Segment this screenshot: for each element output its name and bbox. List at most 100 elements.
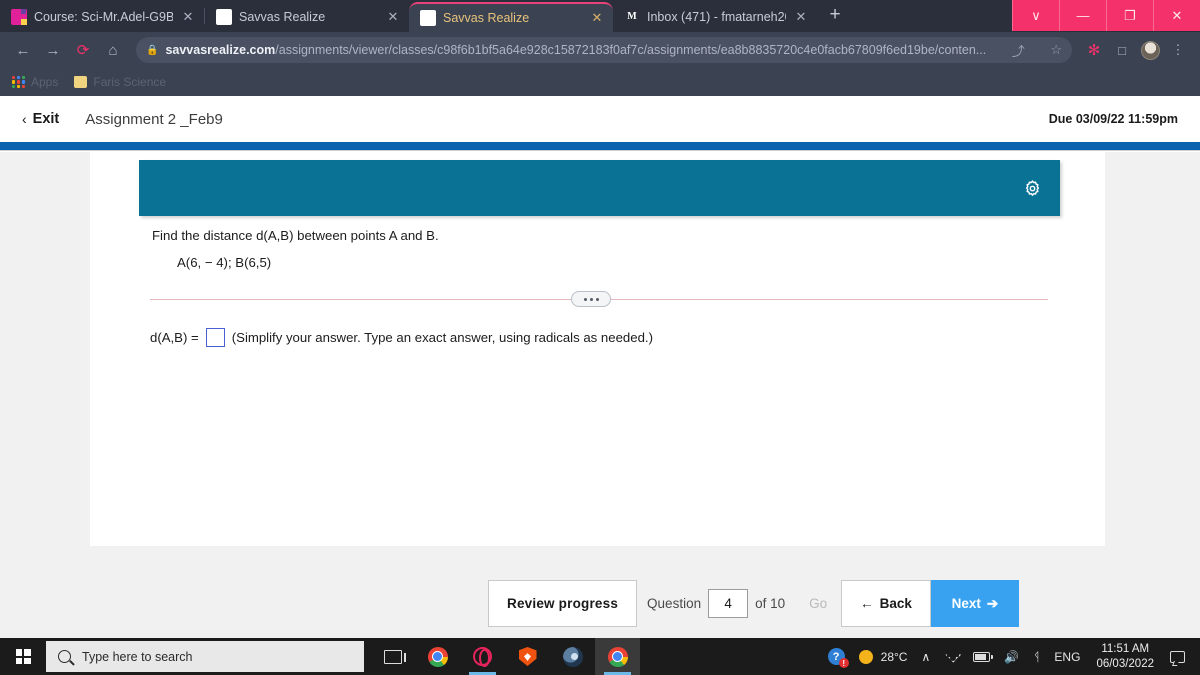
back-label: Back [879, 596, 912, 611]
question-header-bar [139, 160, 1060, 216]
wifi-icon[interactable] [937, 638, 966, 675]
brave-icon[interactable] [505, 638, 550, 675]
url-path: /assignments/viewer/classes/c98f6b1bf5a6… [275, 43, 987, 57]
tab-title: Inbox (471) - fmatarneh2018@gm [647, 10, 786, 24]
back-arrow-icon: ← [860, 596, 874, 611]
forward-icon[interactable]: → [40, 37, 66, 63]
tab-close-icon[interactable]: ✕ [180, 9, 196, 25]
url-text: savvasrealize.com/assignments/viewer/cla… [165, 43, 986, 57]
review-progress-button[interactable]: Review progress [488, 580, 638, 627]
question-prompt: Find the distance d(A,B) between points … [152, 228, 439, 243]
back-icon[interactable]: ← [10, 37, 36, 63]
assignment-header: ‹ Exit Assignment 2 _Feb9 Due 03/09/22 1… [0, 96, 1200, 142]
windows-taskbar: Type here to search ? 28°C ∧ 🔊 ᛩ ENG 11:… [0, 638, 1200, 675]
sun-icon [858, 649, 873, 664]
new-tab-button[interactable]: + [821, 2, 849, 30]
share-icon[interactable]: ⤴ [1006, 41, 1025, 60]
chevron-left-icon: ‹ [22, 111, 27, 127]
taskbar-apps [370, 638, 640, 675]
question-navigation-bar: Review progress Question 4 of 10 Go ← Ba… [90, 546, 1200, 642]
extensions-puzzle-icon[interactable]: ✻ [1082, 38, 1106, 62]
opera-icon[interactable] [460, 638, 505, 675]
tab-strip: Course: Sci-Mr.Adel-G9BD ✕ S Savvas Real… [0, 0, 1200, 32]
go-button[interactable]: Go [795, 580, 842, 627]
savvas-realize-page: ‹ Exit Assignment 2 _Feb9 Due 03/09/22 1… [0, 96, 1200, 642]
chrome-menu-icon[interactable]: ⋮ [1166, 38, 1190, 62]
sidepanel-icon[interactable]: □ [1110, 38, 1134, 62]
next-button[interactable]: Next ➔ [930, 580, 1019, 627]
more-options-dots-icon[interactable] [571, 291, 611, 307]
lock-icon: 🔒 [146, 44, 159, 56]
tab-close-icon[interactable]: ✕ [793, 9, 809, 25]
search-placeholder: Type here to search [82, 649, 193, 664]
browser-window: Course: Sci-Mr.Adel-G9BD ✕ S Savvas Real… [0, 0, 1200, 642]
chrome-icon[interactable] [415, 638, 460, 675]
bookmark-label: Faris Science [93, 75, 167, 89]
language-indicator[interactable]: ENG [1047, 638, 1087, 675]
minimize-icon[interactable]: — [1059, 0, 1106, 31]
bluetooth-icon[interactable]: ᛩ [1026, 638, 1047, 675]
exit-button[interactable]: ‹ Exit [22, 111, 59, 127]
chrome-active-icon[interactable] [595, 638, 640, 675]
page-title: Assignment 2 _Feb9 [85, 110, 223, 128]
back-button[interactable]: ← Back [841, 580, 931, 627]
clock-time: 11:51 AM [1101, 643, 1150, 656]
help-badge-icon[interactable]: ? [821, 638, 852, 675]
question-label: Question [647, 596, 702, 611]
tab-close-icon[interactable]: ✕ [385, 9, 401, 25]
tab-close-icon[interactable]: ✕ [589, 10, 605, 26]
bookmark-faris-science[interactable]: Faris Science [74, 75, 166, 89]
weather-widget[interactable]: 28°C [852, 638, 915, 675]
bookmark-star-icon[interactable]: ☆ [1044, 42, 1062, 58]
gmail-favicon: M [627, 11, 637, 22]
answer-hint: (Simplify your answer. Type an exact ans… [231, 330, 653, 345]
reload-icon[interactable]: ⟳ [70, 37, 96, 63]
nav-button-group: Review progress Question 4 of 10 Go ← Ba… [488, 580, 1019, 627]
clock-date: 06/03/2022 [1096, 657, 1154, 670]
answer-input[interactable] [205, 328, 225, 347]
close-icon[interactable]: ✕ [1153, 0, 1200, 31]
window-controls: ∨ — ❐ ✕ [1012, 0, 1200, 31]
apps-grid-icon [12, 75, 25, 89]
gear-icon[interactable] [1023, 179, 1042, 198]
savvas-favicon: S [420, 10, 436, 26]
tab-title: Course: Sci-Mr.Adel-G9BD [34, 10, 173, 24]
bookmark-label: Apps [31, 75, 59, 89]
bookmarks-bar: Apps Faris Science [0, 68, 1200, 96]
steam-icon[interactable] [550, 638, 595, 675]
answer-prefix: d(A,B) = [150, 330, 199, 345]
left-rail [0, 152, 90, 546]
search-input[interactable]: Type here to search [46, 641, 364, 672]
tray-expand-chevron-icon[interactable]: ∧ [914, 638, 937, 675]
exit-label: Exit [32, 111, 60, 127]
bookmark-apps[interactable]: Apps [12, 75, 58, 89]
question-points: A(6, − 4); B(6,5) [177, 255, 272, 270]
question-card: Find the distance d(A,B) between points … [90, 152, 1105, 580]
browser-tab-3[interactable]: M Inbox (471) - fmatarneh2018@gm ✕ [613, 2, 817, 32]
browser-tab-1[interactable]: S Savvas Realize ✕ [205, 2, 409, 32]
folder-icon [74, 76, 88, 88]
volume-icon[interactable]: 🔊 [997, 638, 1026, 675]
next-label: Next [951, 596, 981, 611]
notifications-icon[interactable] [1163, 638, 1192, 675]
chevron-down-icon[interactable]: ∨ [1012, 0, 1059, 31]
assignment-workspace: Find the distance d(A,B) between points … [0, 152, 1200, 642]
search-icon [58, 650, 71, 663]
windows-start-icon[interactable] [0, 638, 46, 675]
battery-icon[interactable] [966, 638, 997, 675]
home-icon[interactable]: ⌂ [100, 37, 126, 63]
progress-accent-bar [0, 142, 1200, 151]
next-arrow-icon: ➔ [986, 595, 999, 611]
question-number-input[interactable]: 4 [708, 589, 749, 618]
tab-title: Savvas Realize [443, 11, 530, 25]
restore-icon[interactable]: ❐ [1106, 0, 1153, 31]
question-jump-group: Question 4 of 10 [637, 580, 796, 627]
browser-tab-2-active[interactable]: S Savvas Realize ✕ [409, 2, 613, 32]
address-bar[interactable]: 🔒 savvasrealize.com/assignments/viewer/c… [136, 37, 1072, 63]
browser-tab-0[interactable]: Course: Sci-Mr.Adel-G9BD ✕ [0, 2, 204, 32]
of-total-label: of 10 [755, 596, 786, 611]
task-view-icon[interactable] [370, 638, 415, 675]
savvas-favicon: S [216, 9, 232, 25]
profile-avatar[interactable] [1138, 38, 1162, 62]
clock[interactable]: 11:51 AM 06/03/2022 [1087, 642, 1163, 671]
